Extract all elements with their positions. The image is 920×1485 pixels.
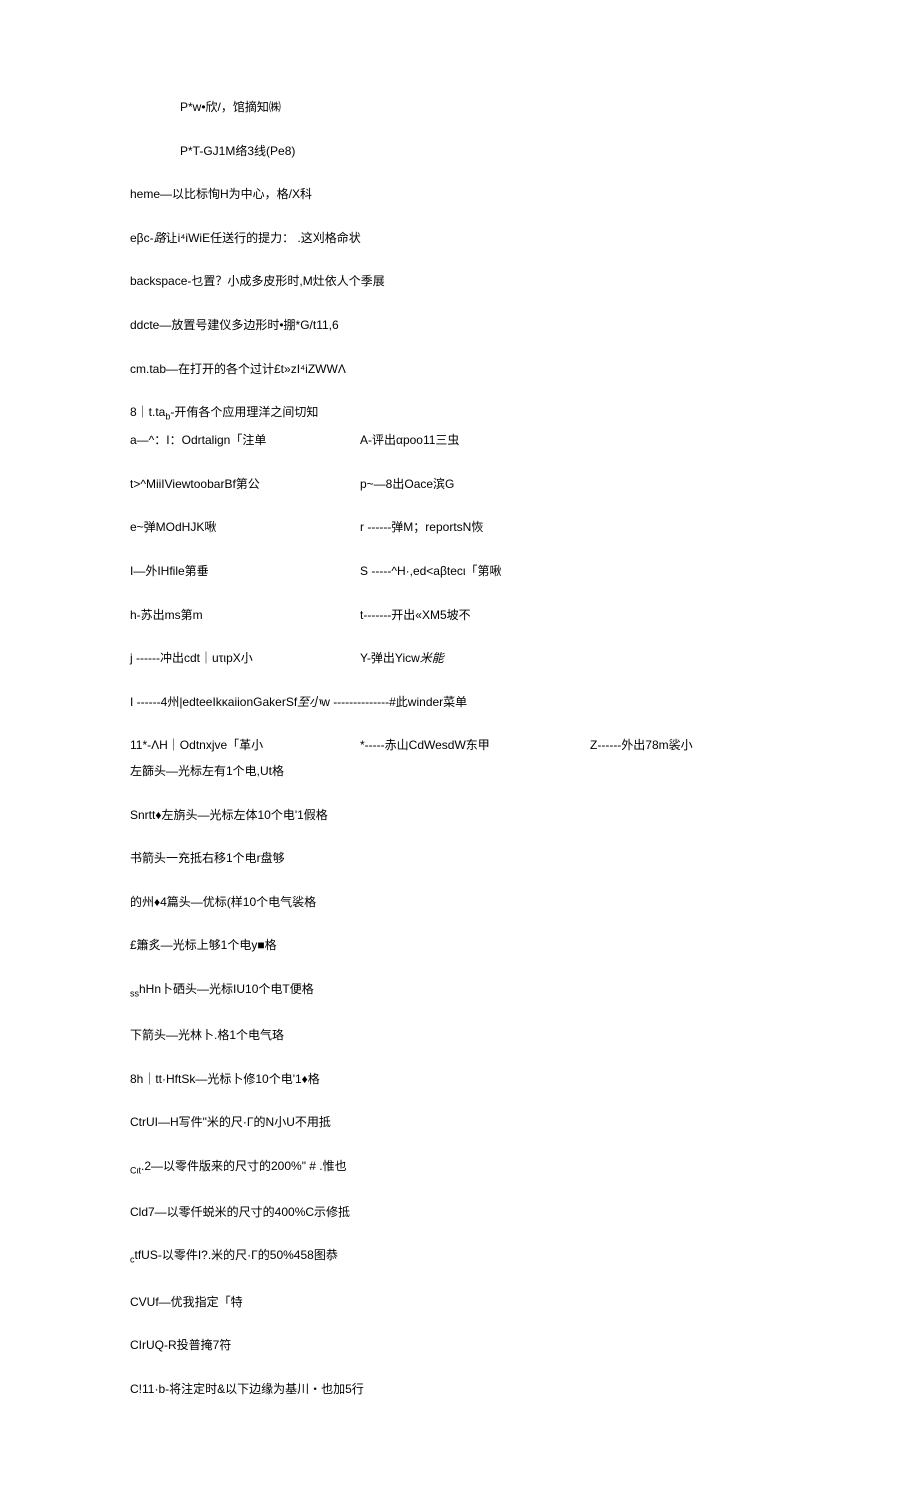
line-ci11: C!11·b-将注定时&以下边缘为基川・也加5行 [130,1382,790,1398]
line-ss: sshHn卜硒头—光标IU10个电T便格 [130,982,790,1000]
row-i: I—外IHfile第垂 S -----^H·,ed<aβtecι「第啾 [130,564,790,580]
indent-line-2: P*T-GJ1M络3线(Pe8) [130,144,790,160]
cell-i-right: S -----^H·,ed<aβtecι「第啾 [360,564,502,580]
line-lzj: 左篩头—光标左有1个电,Ut格 [130,764,790,780]
line-cir: CIrUQ-R投普掩7符 [130,1338,790,1354]
cell-j-left: j ------冲出cdt｜uτιpX小 [130,651,360,667]
line-cu: CtrUI—H写件"米的尺·Γ的N小U不用抵 [130,1115,790,1131]
line-ebc: eβc-路让i⁴iWiE任送行的提力： .这刈格命状 [130,231,790,247]
cell-t-left: t>^MiiIViewtoobarBf第公 [130,477,360,493]
line-8tta: 8｜t.tab-开侑各个应用理洋之间切知 [130,405,790,423]
line-backspace: backspace-乜置？小成多皮形时,M灶依人个季展 [130,274,790,290]
line-ctf: ctfUS-以零件I?.米的尺·Γ的50%458图恭 [130,1248,790,1266]
indent-line-1: P*w•欣/，馆摘知㈱ [130,100,790,116]
row-h: h-苏出ms第m t-------开出«XM5坡不 [130,608,790,624]
cell-e-right: r ------弹M；reportsN恢 [360,520,483,536]
cell-a-right: A-评出αpoo11三虫 [360,433,459,449]
line-sn: Snrtt♦左旃头—光标左体10个电'1假格 [130,808,790,824]
cell-11-2: *-----赤山CdWesdW东甲 [360,738,590,754]
cell-a-left: a—^：I：Odrtalign「注单 [130,433,360,449]
row-11: 11*-ΛH｜Odtnxjve「革小 *-----赤山CdWesdW东甲 Z--… [130,738,790,754]
line-cit: Cιt.2—以零件版来的尺寸的200%" # .惟也 [130,1159,790,1177]
row-a: a—^：I：Odrtalign「注单 A-评出αpoo11三虫 [130,433,790,449]
line-8h: 8h｜tt·HftSk—光标卜修10个电'1♦格 [130,1072,790,1088]
line-xj2: 下箭头—光林卜.格1个电气珞 [130,1028,790,1044]
line-heme: heme—以比标恂H为中心，格/X科 [130,187,790,203]
row-j: j ------冲出cdt｜uτιpX小 Y-弹出Yicw米能 [130,651,790,667]
cell-i-left: I—外IHfile第垂 [130,564,360,580]
cell-11-3: Z------外出78m裟小 [590,738,693,754]
cell-t-right: p~—8出Oace滨G [360,477,454,493]
row-t: t>^MiiIViewtoobarBf第公 p~—8出Oace滨G [130,477,790,493]
cell-j-right: Y-弹出Yicw米能 [360,651,444,667]
cell-11-1: 11*-ΛH｜Odtnxjve「革小 [130,738,360,754]
line-ddcte: ddcte—放置号建仪多边形时•掤*G/t11,6 [130,318,790,334]
line-dz: 的州♦4篇头—优标(样10个电气裟格 [130,895,790,911]
cell-h-right: t-------开出«XM5坡不 [360,608,471,624]
line-xj: £簫炙—光标上够1个电y■格 [130,938,790,954]
line-sep: I ------4州|edteeIkκaiionGakerSf至小w -----… [130,695,790,711]
cell-h-left: h-苏出ms第m [130,608,360,624]
line-sh: 书箭头一充抵右移1个电r盘够 [130,851,790,867]
line-cd7: Cld7—以零仟蜕米的尺寸的400%C示修抵 [130,1205,790,1221]
line-cmtab: cm.tab—在打开的各个过计£t»zI⁴iZWWΛ [130,362,790,378]
line-cvu: CVUf—优我指定「特 [130,1295,790,1311]
cell-e-left: e~弹MOdHJK啾 [130,520,360,536]
row-e: e~弹MOdHJK啾 r ------弹M；reportsN恢 [130,520,790,536]
